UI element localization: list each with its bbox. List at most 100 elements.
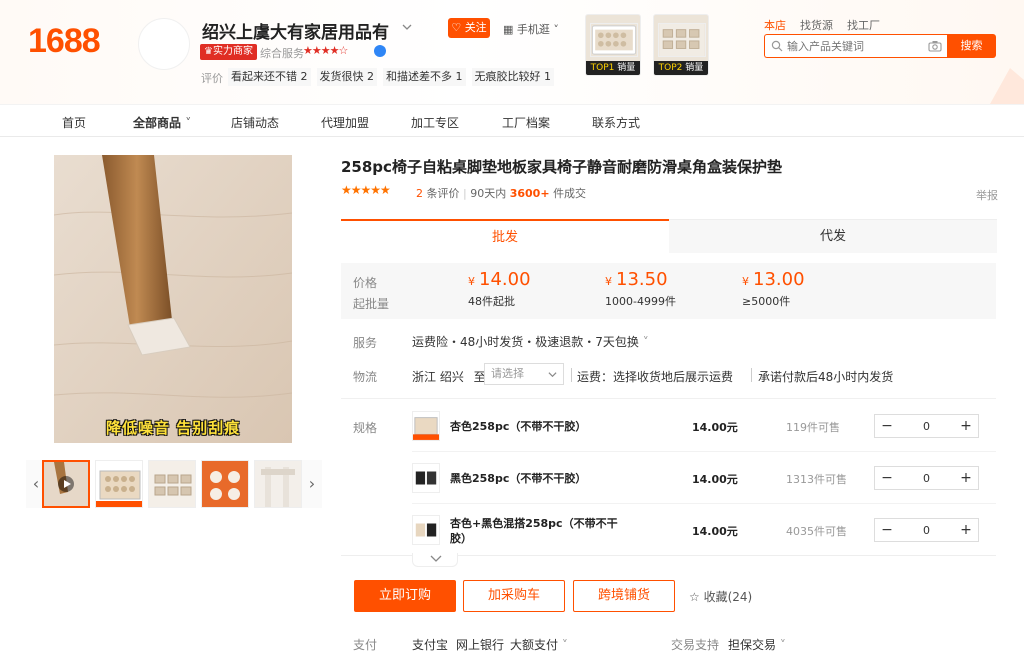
price-panel: 价格 起批量 ¥14.00 48件起批 ¥13.50 1000-4999件 ¥1… <box>341 263 996 319</box>
currency-symbol: ¥ <box>742 275 749 288</box>
search-tab-shop[interactable]: 本店 <box>764 17 786 33</box>
trade-support-value[interactable]: 担保交易 ˅ <box>728 636 786 653</box>
spec-row: 黑色258pc（不带不干胶） 14.00元 1313件可售 − + <box>412 452 996 504</box>
buy-now-button[interactable]: 立即订购 <box>354 580 456 612</box>
service-label: 服务 <box>353 336 378 350</box>
quantity-input[interactable] <box>901 468 952 488</box>
chevron-down-icon <box>548 372 557 378</box>
logistics-label: 物流 <box>353 370 378 384</box>
tier-moq: ≥5000件 <box>742 295 791 308</box>
search-icon <box>771 40 783 52</box>
sold-suffix: 件成交 <box>553 187 587 200</box>
spec-name: 杏色+黑色混搭258pc（不带不干胶） <box>450 517 618 545</box>
spec-stock: 1313件可售 <box>786 473 847 486</box>
chevron-down-icon: ˅ <box>561 638 568 652</box>
increment-button[interactable]: + <box>954 519 978 541</box>
decorative-shape <box>990 68 1024 104</box>
increment-button[interactable]: + <box>954 415 978 437</box>
strength-badge-label: 实力商家 <box>212 46 253 57</box>
thumb-image[interactable] <box>254 460 302 508</box>
pay-large-amount[interactable]: 大额支付 ˅ <box>510 636 568 653</box>
pay-alipay: 支付宝 <box>412 638 449 652</box>
review-tag[interactable]: 发货很快 2 <box>316 68 377 86</box>
search-tab-source[interactable]: 找货源 <box>800 17 833 33</box>
thumb-video[interactable] <box>42 460 90 508</box>
shop-avatar[interactable] <box>138 18 190 70</box>
thumb-next-button[interactable]: › <box>302 460 322 508</box>
spec-thumbnail[interactable] <box>412 411 440 441</box>
quantity-input[interactable] <box>901 416 952 436</box>
nav-contact[interactable]: 联系方式 <box>592 114 640 131</box>
cross-border-button[interactable]: 跨境铺货 <box>573 580 675 612</box>
review-tag[interactable]: 无痕胶比较好 1 <box>471 68 554 86</box>
review-count-suffix[interactable]: 条评价 <box>427 187 460 200</box>
divider: | <box>463 187 467 200</box>
shop-name[interactable]: 绍兴上虞大有家居用品有 <box>202 18 389 43</box>
nav-shop-news[interactable]: 店铺动态 <box>231 114 279 131</box>
search-box <box>764 34 948 58</box>
thumb-image[interactable] <box>201 460 249 508</box>
review-tag[interactable]: 看起来还不错 2 <box>228 68 311 86</box>
search-button[interactable]: 搜索 <box>947 34 996 58</box>
tier-moq: 1000-4999件 <box>605 295 676 308</box>
shipping-promise: 承诺付款后48小时内发货 <box>758 370 894 384</box>
search-input[interactable] <box>765 35 905 57</box>
increment-button[interactable]: + <box>954 467 978 489</box>
top-product-label: 销量 <box>685 63 704 73</box>
chevron-down-icon[interactable] <box>402 22 412 32</box>
spec-thumbnail[interactable] <box>412 515 440 545</box>
search-tab-factory[interactable]: 找工厂 <box>847 17 880 33</box>
price-tier: ¥14.00 48件起批 <box>468 269 531 309</box>
decrement-button[interactable]: − <box>875 415 899 437</box>
main-product-image[interactable]: 降低噪音 告别刮痕 <box>54 155 292 443</box>
pay-large-amount-label: 大额支付 <box>510 638 559 652</box>
add-to-cart-button[interactable]: 加采购车 <box>463 580 565 612</box>
review-count[interactable]: 2 <box>416 187 423 200</box>
review-tag[interactable]: 和描述差不多 1 <box>383 68 466 86</box>
top-product-2[interactable]: TOP2 销量 <box>653 14 709 76</box>
chevron-down-icon <box>430 555 442 562</box>
spec-price: 14.00元 <box>692 473 738 486</box>
mobile-browse-label: 手机逛 <box>516 23 550 36</box>
follow-button[interactable]: ♡ 关注 <box>448 18 490 38</box>
quantity-stepper: − + <box>874 518 979 542</box>
product-thumbnail <box>149 461 195 507</box>
nav-processing[interactable]: 加工专区 <box>411 114 459 131</box>
nav-home[interactable]: 首页 <box>62 114 86 131</box>
mobile-browse-link[interactable]: ▦ 手机逛 ˅ <box>503 21 559 37</box>
spec-thumbnail[interactable] <box>412 463 440 493</box>
nav-all-products[interactable]: 全部商品 ˅ <box>133 114 191 131</box>
service-guarantees[interactable]: 运费险・48小时发货・极速退款・7天包换 ˅ <box>412 333 649 350</box>
thumb-image[interactable] <box>148 460 196 508</box>
report-link[interactable]: 举报 <box>976 187 998 203</box>
ship-to-select[interactable]: 请选择 <box>484 363 564 385</box>
site-logo[interactable]: 1688 <box>28 22 101 61</box>
reviews-summary: 2 条评价 | 90天内 3600+ 件成交 <box>416 185 586 201</box>
spec-stock: 4035件可售 <box>786 525 847 538</box>
top-product-1[interactable]: TOP1 销量 <box>585 14 641 76</box>
expand-specs-button[interactable] <box>412 553 458 567</box>
spec-price: 14.00元 <box>692 525 738 538</box>
shop-nav-bar: 首页 全部商品 ˅ 店铺动态 代理加盟 加工专区 工厂档案 联系方式 <box>0 104 1024 137</box>
nav-factory-profile[interactable]: 工厂档案 <box>502 114 550 131</box>
thumb-image[interactable] <box>95 460 143 508</box>
freight-info: 运费：选择收货地后展示运费 <box>577 370 734 384</box>
decrement-button[interactable]: − <box>875 519 899 541</box>
currency-symbol: ¥ <box>468 275 475 288</box>
quantity-stepper: − + <box>874 466 979 490</box>
quantity-input[interactable] <box>901 520 952 540</box>
price-label: 价格 <box>353 276 378 290</box>
spec-row: 杏色258pc（不带不干胶） 14.00元 119件可售 − + <box>412 400 996 452</box>
nav-all-products-label: 全部商品 <box>133 116 182 130</box>
product-thumbnail <box>255 461 301 507</box>
nav-agent-join[interactable]: 代理加盟 <box>321 114 369 131</box>
sold-prefix: 90天内 <box>470 187 507 200</box>
top-product-rank: TOP1 <box>590 63 615 73</box>
camera-icon[interactable] <box>928 40 942 52</box>
decrement-button[interactable]: − <box>875 467 899 489</box>
ship-to-placeholder: 请选择 <box>491 367 524 380</box>
collect-button[interactable]: ☆ 收藏(24) <box>689 588 752 605</box>
tab-dropship[interactable]: 代发 <box>669 219 997 253</box>
video-thumbnail <box>44 462 88 506</box>
tab-wholesale[interactable]: 批发 <box>341 219 669 253</box>
